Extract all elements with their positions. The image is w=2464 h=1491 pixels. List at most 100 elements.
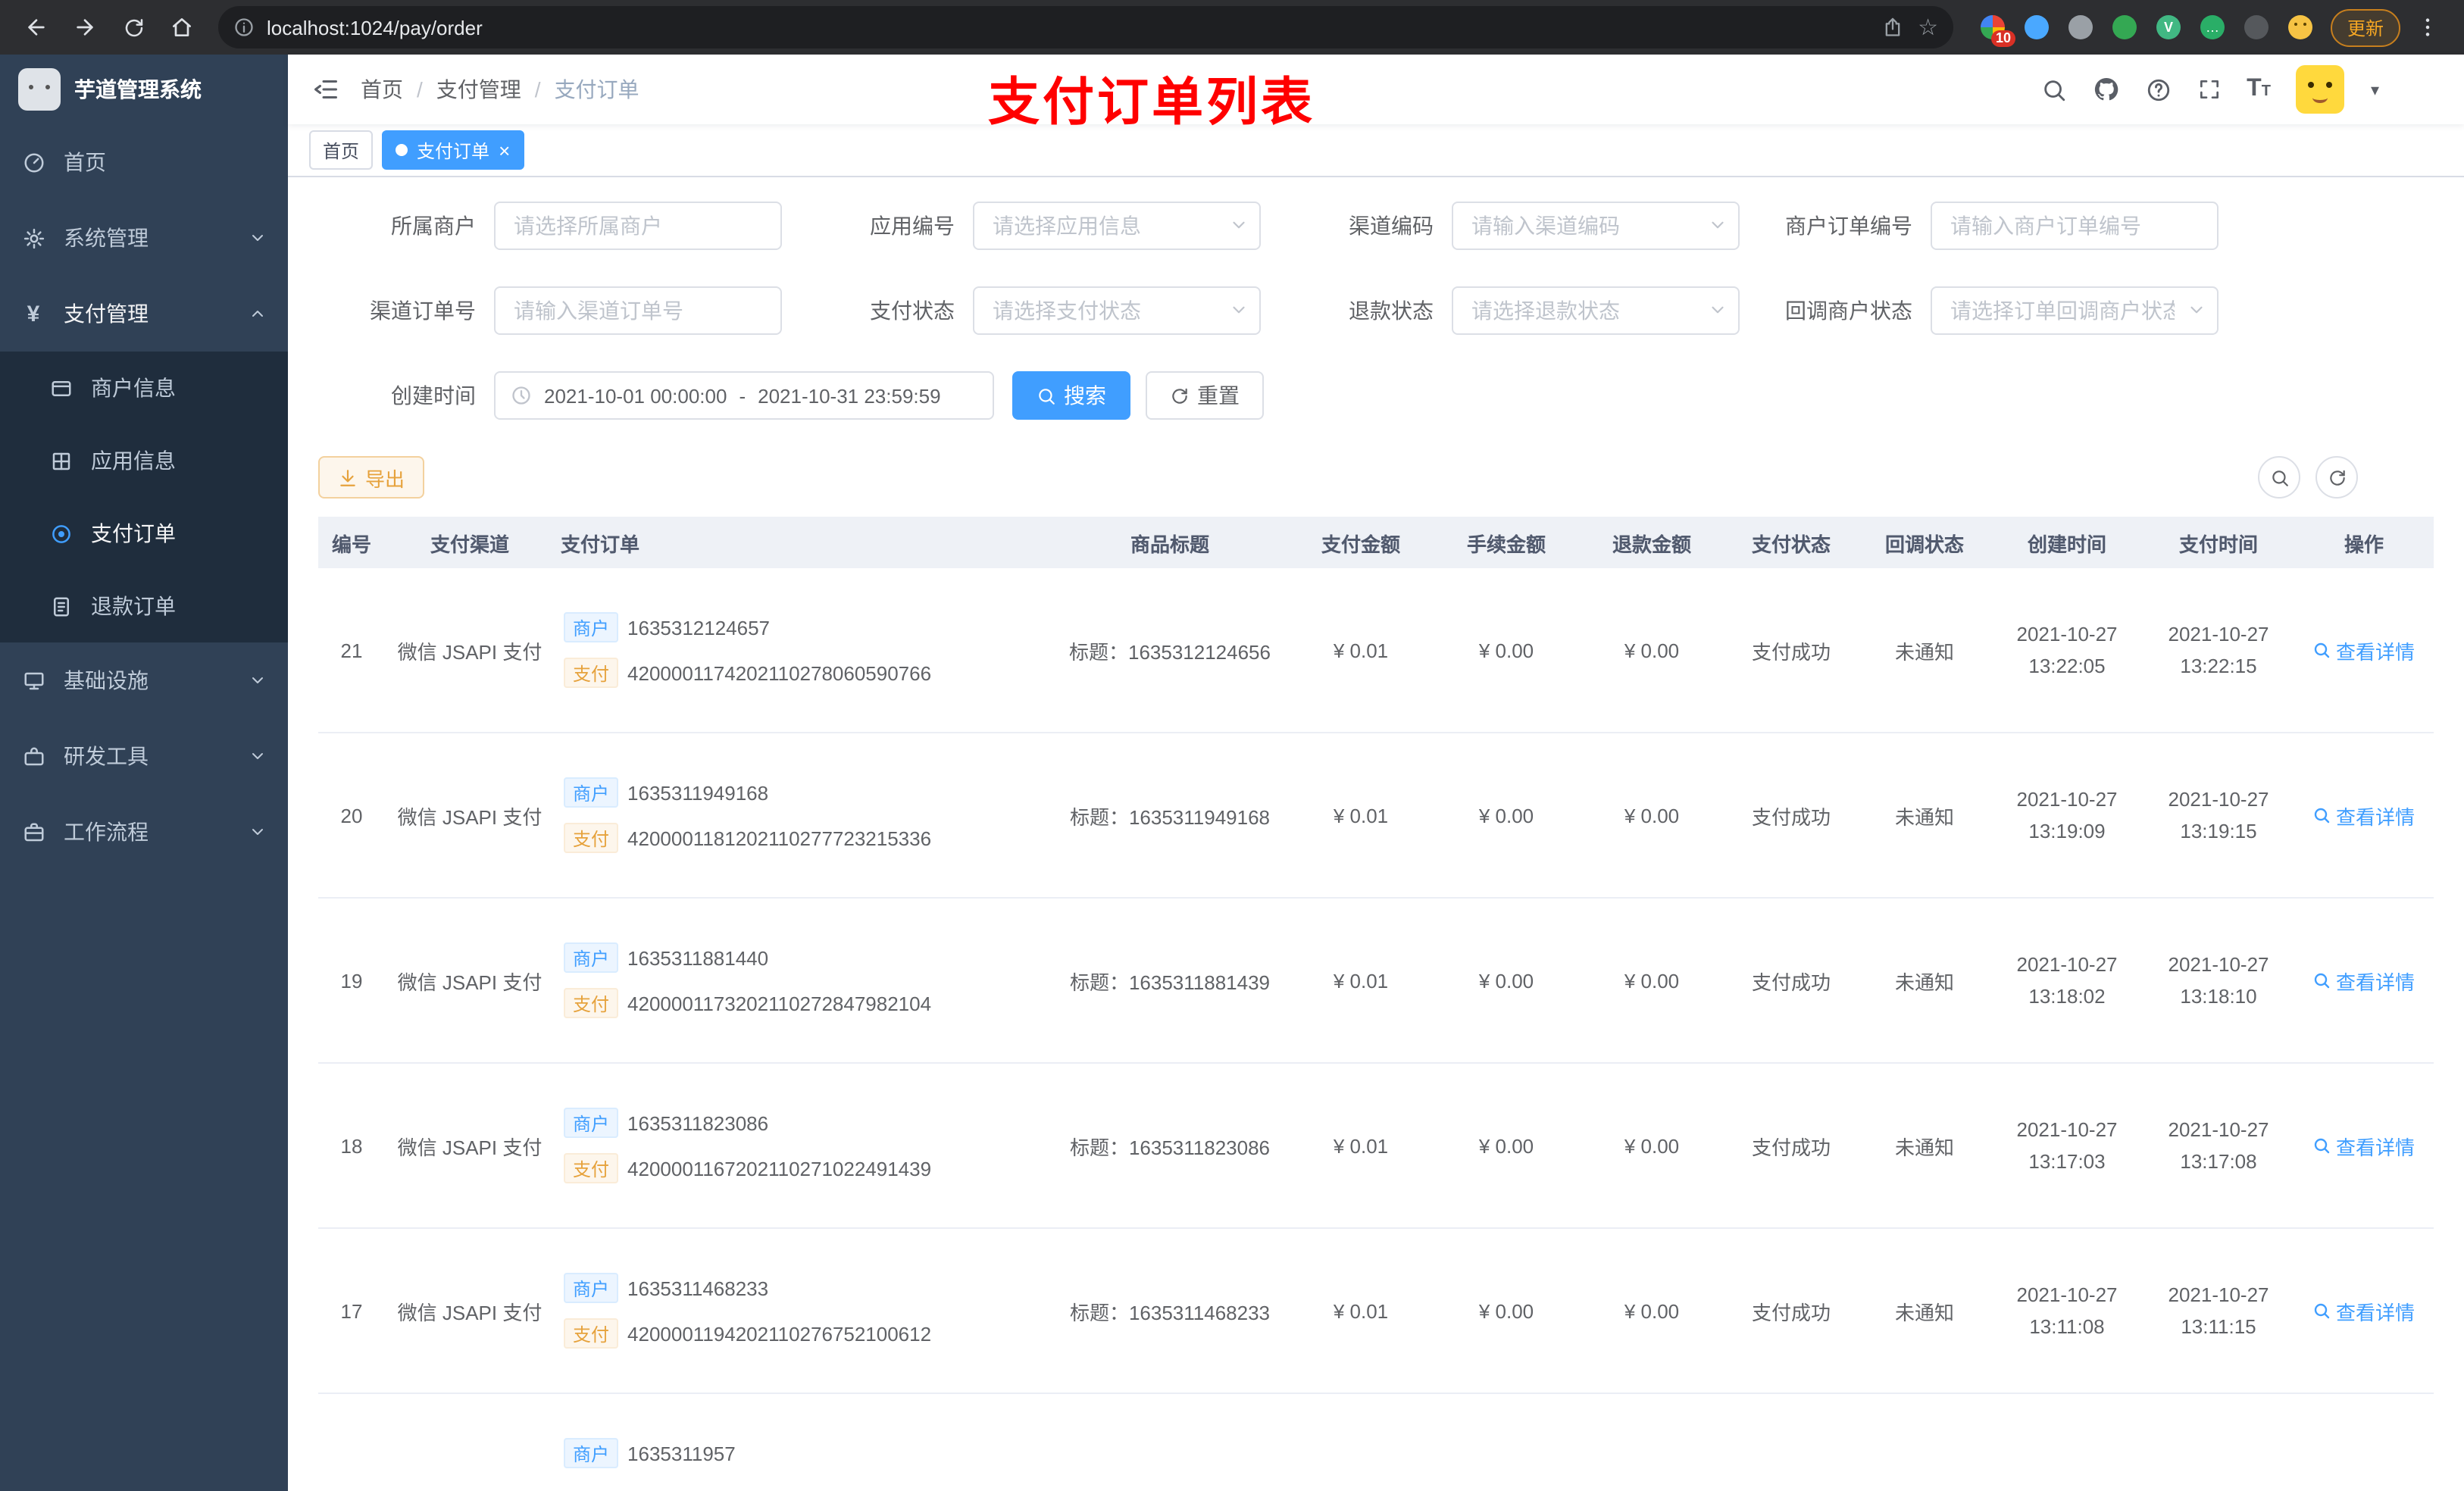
merchant-order-input[interactable] — [1931, 202, 2219, 250]
notify-status-cell: 未通知 — [1858, 897, 1991, 1063]
url-text[interactable]: localhost:1024/pay/order — [267, 16, 1881, 39]
help-button[interactable] — [2145, 77, 2171, 102]
column-header: 退款金额 — [1579, 517, 1724, 568]
view-detail-link[interactable]: 查看详情 — [2313, 1131, 2415, 1160]
channel-order-input[interactable] — [494, 286, 782, 335]
pay-time-cell: 2021-10-27 13:19:15 — [2143, 732, 2294, 898]
sidebar-toggle-button[interactable] — [312, 76, 339, 103]
sidebar-item-payment[interactable]: ¥ 支付管理 — [0, 276, 288, 352]
github-button[interactable] — [2092, 76, 2119, 103]
url-bar[interactable]: localhost:1024/pay/order ☆ — [218, 6, 1953, 48]
fee-amount-cell: ¥ 0.00 — [1434, 732, 1579, 898]
fee-amount-cell: ¥ 0.00 — [1478, 639, 1534, 661]
sidebar-item-app-info[interactable]: 应用信息 — [0, 424, 288, 497]
tab-pay-order[interactable]: 支付订单 × — [382, 130, 524, 170]
filter-label: 渠道编码 — [1349, 214, 1434, 238]
share-icon[interactable] — [1881, 17, 1903, 38]
extension-green-icon[interactable] — [2112, 15, 2137, 39]
date-range-picker[interactable]: 2021-10-01 00:00:00 - 2021-10-31 23:59:5… — [494, 371, 994, 420]
pay-order-no: 4200001194202110276752100612 — [627, 1322, 932, 1345]
logo-image — [18, 68, 61, 111]
browser-update-button[interactable]: 更新 — [2330, 8, 2400, 46]
back-button[interactable] — [15, 6, 58, 48]
site-info-icon[interactable] — [233, 17, 255, 38]
refund-status-select[interactable] — [1452, 286, 1740, 335]
user-avatar[interactable] — [2296, 65, 2345, 114]
create-time-cell: 2021-10-27 13:17:03 — [1991, 1062, 2143, 1228]
annotation-title: 支付订单列表 — [988, 74, 1315, 132]
sidebar-item-infrastructure[interactable]: 基础设施 — [0, 642, 288, 718]
view-detail-link[interactable]: 查看详情 — [2313, 636, 2415, 664]
pay-order-cell: 商户 1635311881440 支付 42000011732021102728… — [555, 897, 1052, 1063]
merchant-order-no: 1635311468233 — [627, 1277, 769, 1299]
pay-amount-cell — [1288, 1393, 1434, 1491]
forward-button[interactable] — [64, 6, 106, 48]
filter-label: 创建时间 — [391, 383, 476, 408]
reset-button[interactable]: 重置 — [1146, 371, 1264, 420]
bookmark-star-icon[interactable]: ☆ — [1918, 16, 1938, 39]
avatar-caret-icon[interactable]: ▾ — [2371, 80, 2379, 99]
view-detail-link[interactable]: 查看详情 — [2313, 966, 2415, 995]
extension-colorful-icon[interactable]: 10 — [1980, 15, 2015, 47]
create-time-cell — [1991, 1393, 2143, 1491]
monitor-icon — [21, 668, 45, 692]
extension-chat-icon[interactable]: … — [2200, 15, 2225, 39]
filter-label: 渠道订单号 — [370, 299, 476, 323]
font-size-button[interactable]: TT — [2247, 77, 2271, 102]
sidebar-item-home[interactable]: 首页 — [0, 124, 288, 200]
tab-close-icon[interactable]: × — [499, 140, 510, 160]
circle-dot-icon — [48, 521, 73, 545]
sidebar-item-pay-order[interactable]: 支付订单 — [0, 497, 288, 570]
callback-status-select[interactable] — [1931, 286, 2219, 335]
action-cell: 查看详情 — [2294, 568, 2434, 733]
pay-order-no: 4200001174202110278060590766 — [627, 661, 932, 684]
header-search-button[interactable] — [2040, 77, 2066, 102]
extensions-area: 10 V … — [1980, 10, 2312, 47]
channel-code-select[interactable] — [1452, 202, 1740, 250]
browser-menu-button[interactable] — [2406, 6, 2449, 48]
search-toggle-button[interactable] — [2258, 456, 2300, 499]
extension-emoji-icon[interactable] — [2287, 15, 2312, 39]
pay-order-no: 4200001173202110272847982104 — [627, 992, 932, 1014]
breadcrumb-home[interactable]: 首页 — [361, 74, 403, 105]
view-detail-link[interactable]: 查看详情 — [2313, 1296, 2415, 1325]
home-button[interactable] — [161, 6, 203, 48]
table-row: 21 微信 JSAPI 支付 商户 1635312124657 支付 42000… — [318, 568, 2434, 733]
breadcrumb-pay-manage[interactable]: 支付管理 — [436, 74, 521, 105]
extension-vue-icon[interactable]: V — [2156, 15, 2181, 39]
tab-active-dot — [396, 144, 408, 156]
view-detail-link[interactable]: 查看详情 — [2313, 801, 2415, 830]
search-button[interactable]: 搜索 — [1012, 371, 1130, 420]
pay-order-cell: 商户 1635312124657 支付 42000011742021102780… — [555, 568, 1052, 733]
create-time-cell: 2021-10-27 13:18:02 — [1991, 897, 2143, 1063]
order-id-cell: 18 — [318, 1062, 385, 1228]
filter-label: 支付状态 — [870, 299, 955, 323]
pay-time-cell: 2021-10-27 13:22:15 — [2168, 622, 2269, 677]
action-cell: 查看详情 — [2294, 897, 2434, 1063]
app-select[interactable] — [973, 202, 1261, 250]
tab-home[interactable]: 首页 — [309, 130, 374, 170]
sidebar-item-workflow[interactable]: 工作流程 — [0, 794, 288, 870]
pay-status-cell: 支付成功 — [1724, 1227, 1858, 1393]
sidebar-item-merchant-info[interactable]: 商户信息 — [0, 352, 288, 424]
sidebar-item-dev-tools[interactable]: 研发工具 — [0, 718, 288, 794]
extension-gray-icon[interactable] — [2068, 15, 2093, 39]
extension-pin-icon[interactable] — [2244, 15, 2269, 39]
column-header: 支付金额 — [1288, 517, 1434, 568]
refund-amount-cell: ¥ 0.00 — [1579, 897, 1724, 1063]
pay-status-select[interactable] — [973, 286, 1261, 335]
column-header: 操作 — [2294, 517, 2434, 568]
pay-order-no: 4200001181202110277723215336 — [627, 827, 932, 849]
pay-channel-cell: 微信 JSAPI 支付 — [385, 1227, 555, 1393]
product-title-cell — [1052, 1393, 1288, 1491]
extension-drop-icon[interactable] — [2019, 10, 2054, 45]
refresh-button[interactable] — [2315, 456, 2358, 499]
reload-button[interactable] — [112, 6, 155, 48]
filter-label: 所属商户 — [391, 214, 476, 238]
sidebar-item-refund-order[interactable]: 退款订单 — [0, 570, 288, 642]
create-time-cell: 2021-10-27 13:11:08 — [1991, 1227, 2143, 1393]
fullscreen-button[interactable] — [2197, 77, 2221, 102]
merchant-input[interactable] — [494, 202, 782, 250]
sidebar-item-system[interactable]: 系统管理 — [0, 200, 288, 276]
export-button[interactable]: 导出 — [318, 456, 425, 499]
